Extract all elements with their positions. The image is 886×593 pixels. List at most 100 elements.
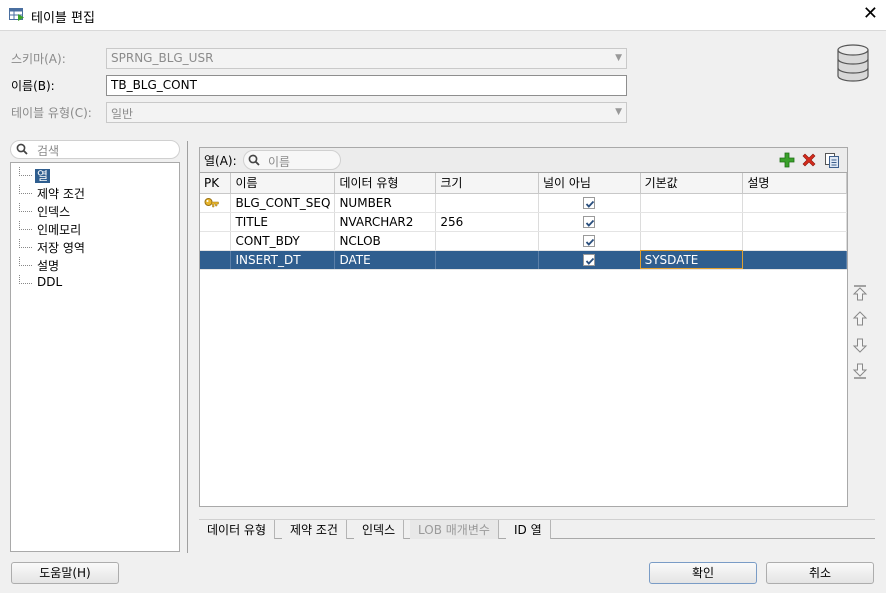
table-type-value: 일반 <box>111 107 134 121</box>
default-cell[interactable] <box>640 231 744 251</box>
column-detail-tabs: 데이터 유형 제약 조건 인덱스 LOB 매개변수 ID 열 <box>199 519 875 539</box>
key-icon <box>204 198 219 208</box>
pk-cell[interactable] <box>200 250 232 270</box>
type-cell[interactable]: NCLOB <box>334 231 437 251</box>
header-data-type[interactable]: 데이터 유형 <box>334 173 437 194</box>
columns-table-container: PK 이름 데이터 유형 크기 널이 아님 기본값 설명 BLG_CONT_SE… <box>199 172 848 507</box>
default-cell[interactable] <box>640 212 744 232</box>
name-cell[interactable]: INSERT_DT <box>230 250 336 270</box>
not-null-cell[interactable] <box>538 250 641 270</box>
comment-cell[interactable] <box>742 212 847 232</box>
checkbox-checked-icon[interactable] <box>583 197 596 209</box>
name-cell[interactable]: CONT_BDY <box>230 231 336 251</box>
tab-lob-parameters: LOB 매개변수 <box>410 520 499 539</box>
tab-data-type[interactable]: 데이터 유형 <box>199 520 276 539</box>
move-top-icon[interactable] <box>852 284 868 302</box>
schema-value: SPRNG_BLG_USR <box>111 51 214 65</box>
pk-cell[interactable] <box>200 212 232 232</box>
tree-item-label: 인덱스 <box>37 205 71 219</box>
chevron-down-icon: ▼ <box>615 53 622 63</box>
header-not-null[interactable]: 널이 아님 <box>538 173 641 194</box>
tree-item-ddl[interactable]: DDL <box>19 275 64 293</box>
tree-item-inmemory[interactable]: 인메모리 <box>19 221 83 239</box>
checkbox-checked-icon[interactable] <box>583 216 596 228</box>
sidebar-search-placeholder: 검색 <box>37 144 60 158</box>
copy-icon[interactable] <box>823 151 841 169</box>
table-header-row: PK 이름 데이터 유형 크기 널이 아님 기본값 설명 <box>200 173 847 194</box>
move-bottom-icon[interactable] <box>852 362 868 380</box>
not-null-cell[interactable] <box>538 193 641 213</box>
pk-cell[interactable] <box>200 193 232 213</box>
header-size[interactable]: 크기 <box>435 173 539 194</box>
name-cell[interactable]: TITLE <box>230 212 336 232</box>
tree-item-columns[interactable]: 열 <box>19 167 51 185</box>
edit-table-dialog: 스키마(A): SPRNG_BLG_USR ▼ 이름(B): TB_BLG_CO… <box>0 30 886 593</box>
column-filter-placeholder: 이름 <box>268 155 291 169</box>
tree-item-label: 설명 <box>37 259 60 273</box>
name-label: 이름(B): <box>11 79 55 93</box>
tree-item-storage[interactable]: 저장 영역 <box>19 239 87 257</box>
header-comment[interactable]: 설명 <box>742 173 847 194</box>
columns-label: 열(A): <box>204 154 237 168</box>
table-row-selected[interactable]: INSERT_DT DATE SYSDATE <box>200 250 847 270</box>
tree-item-constraints[interactable]: 제약 조건 <box>19 185 87 203</box>
tree-item-indexes[interactable]: 인덱스 <box>19 203 72 221</box>
not-null-cell[interactable] <box>538 231 641 251</box>
columns-table: PK 이름 데이터 유형 크기 널이 아님 기본값 설명 BLG_CONT_SE… <box>200 173 847 270</box>
tree-item-label: 제약 조건 <box>37 187 85 201</box>
header-pk[interactable]: PK <box>200 173 232 194</box>
table-row[interactable]: TITLE NVARCHAR2 256 <box>200 212 847 232</box>
pk-cell[interactable] <box>200 231 232 251</box>
cancel-button[interactable]: 취소 <box>766 562 874 584</box>
type-cell[interactable]: NVARCHAR2 <box>334 212 437 232</box>
default-cell[interactable] <box>640 193 744 213</box>
database-icon <box>837 44 869 82</box>
header-default[interactable]: 기본값 <box>640 173 744 194</box>
not-null-cell[interactable] <box>538 212 641 232</box>
table-name-input[interactable]: TB_BLG_CONT <box>106 75 627 96</box>
tab-constraints[interactable]: 제약 조건 <box>282 520 347 539</box>
add-icon[interactable] <box>778 151 796 169</box>
tree-item-comment[interactable]: 설명 <box>19 257 61 275</box>
comment-cell[interactable] <box>742 250 847 270</box>
type-cell[interactable]: DATE <box>334 250 437 270</box>
header-name[interactable]: 이름 <box>230 173 336 194</box>
comment-cell[interactable] <box>742 231 847 251</box>
ok-button[interactable]: 확인 <box>649 562 757 584</box>
tab-indexes[interactable]: 인덱스 <box>354 520 405 539</box>
tree-item-label: 인메모리 <box>37 223 82 237</box>
comment-cell[interactable] <box>742 193 847 213</box>
table-row[interactable]: CONT_BDY NCLOB <box>200 231 847 251</box>
chevron-down-icon: ▼ <box>615 107 622 117</box>
tab-identity-column[interactable]: ID 열 <box>506 520 551 539</box>
splitter[interactable] <box>187 141 188 553</box>
default-cell[interactable]: SYSDATE <box>640 250 744 270</box>
table-row[interactable]: BLG_CONT_SEQ NUMBER <box>200 193 847 213</box>
table-type-label: 테이블 유형(C): <box>11 106 92 120</box>
size-cell[interactable] <box>435 193 539 213</box>
size-cell[interactable]: 256 <box>435 212 539 232</box>
title-bar: 테이블 편집 ✕ <box>0 0 886 30</box>
name-cell[interactable]: BLG_CONT_SEQ <box>230 193 336 213</box>
reorder-buttons <box>852 284 870 388</box>
column-filter-input[interactable]: 이름 <box>243 150 341 170</box>
schema-label: 스키마(A): <box>11 52 66 66</box>
help-button[interactable]: 도움말(H) <box>11 562 119 584</box>
sidebar-search-input[interactable]: 검색 <box>10 140 180 159</box>
tree-item-label: DDL <box>37 275 63 289</box>
close-icon[interactable]: ✕ <box>863 5 878 23</box>
size-cell[interactable] <box>435 250 539 270</box>
schema-select: SPRNG_BLG_USR ▼ <box>106 48 627 69</box>
size-cell[interactable] <box>435 231 539 251</box>
delete-icon[interactable] <box>800 151 818 169</box>
checkbox-checked-icon[interactable] <box>583 254 596 266</box>
checkbox-checked-icon[interactable] <box>583 235 596 247</box>
table-name-value: TB_BLG_CONT <box>111 78 197 92</box>
type-cell[interactable]: NUMBER <box>334 193 437 213</box>
tree-item-label: 저장 영역 <box>37 241 85 255</box>
columns-toolbar: 열(A): 이름 <box>199 147 848 172</box>
tree-item-label: 열 <box>35 169 51 183</box>
search-icon <box>248 154 260 166</box>
move-down-icon[interactable] <box>852 336 868 354</box>
move-up-icon[interactable] <box>852 310 868 328</box>
